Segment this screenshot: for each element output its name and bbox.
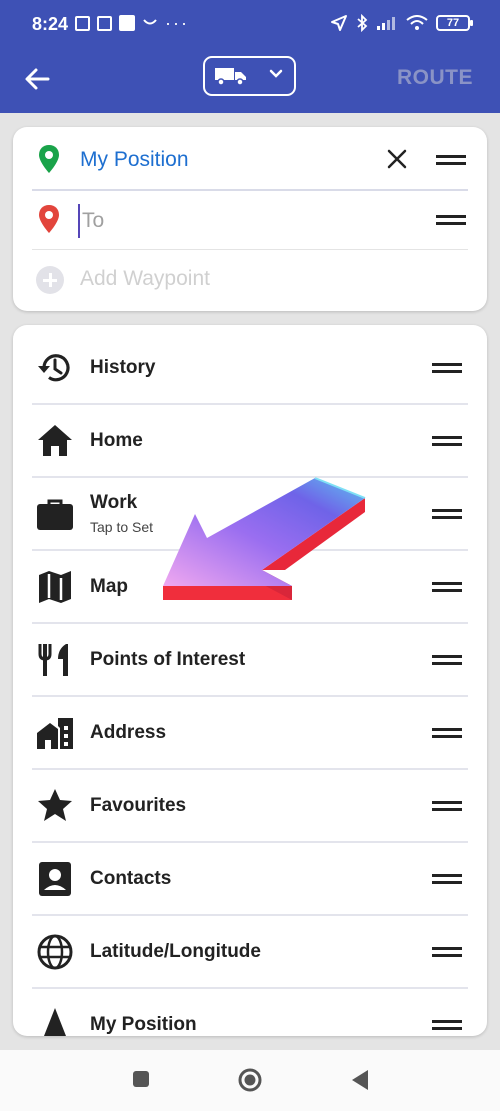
list-item-home[interactable]: Home xyxy=(32,404,468,478)
drag-handle-icon[interactable] xyxy=(432,728,462,740)
list-item-address[interactable]: Address xyxy=(32,696,468,770)
list-item-label: Map xyxy=(90,576,128,597)
list-item-history[interactable]: History xyxy=(32,331,468,405)
more-dots-icon: ··· xyxy=(165,13,189,33)
home-icon xyxy=(38,425,72,456)
list-item-label: Favourites xyxy=(90,795,187,816)
app-bar: ROUTE xyxy=(0,56,500,113)
recent-apps-icon[interactable] xyxy=(132,1070,150,1088)
list-item-points-of-interest[interactable]: Points of Interest xyxy=(32,623,468,697)
destination-list: History Home Work Tap to Set Map Points … xyxy=(13,325,487,1036)
drag-handle-icon[interactable] xyxy=(432,655,462,667)
drag-handle-icon[interactable] xyxy=(432,363,462,375)
list-item-label: Latitude/Longitude xyxy=(90,941,261,962)
list-item-label: Home xyxy=(90,430,143,451)
add-waypoint-label: Add Waypoint xyxy=(80,267,210,290)
square-notification-icon xyxy=(119,15,135,31)
home-circle-icon[interactable] xyxy=(237,1067,263,1093)
globe-icon xyxy=(37,934,73,970)
nfc-icon xyxy=(75,15,90,31)
drag-handle-icon[interactable] xyxy=(436,215,466,227)
list-item-label: Address xyxy=(90,722,167,743)
vehicle-type-selector[interactable] xyxy=(203,56,296,96)
restaurant-icon xyxy=(38,644,68,676)
close-icon[interactable] xyxy=(387,149,407,169)
drag-handle-icon[interactable] xyxy=(432,1020,462,1032)
signal-icon xyxy=(377,17,395,30)
wifi-icon xyxy=(406,15,428,30)
drag-handle-icon[interactable] xyxy=(432,436,462,448)
list-item-my-position[interactable]: My Position xyxy=(32,988,468,1036)
mail-icon xyxy=(97,15,112,31)
destination-input[interactable] xyxy=(78,204,384,238)
briefcase-icon xyxy=(37,499,73,530)
navigation-arrow-icon xyxy=(44,1008,66,1036)
back-triangle-icon[interactable] xyxy=(350,1069,370,1091)
drag-handle-icon[interactable] xyxy=(436,155,466,167)
location-arrow-icon xyxy=(331,15,347,31)
list-item-latitude-longitude[interactable]: Latitude/Longitude xyxy=(32,915,468,989)
drag-handle-icon[interactable] xyxy=(432,582,462,594)
truck-icon xyxy=(215,68,246,86)
history-icon xyxy=(38,354,70,382)
add-circle-icon xyxy=(36,266,64,294)
list-item-label: History xyxy=(90,357,156,378)
add-waypoint-row[interactable]: Add Waypoint xyxy=(32,250,468,308)
status-time: 8:24 xyxy=(32,14,69,34)
battery-indicator: 77 xyxy=(436,15,473,31)
drag-handle-icon[interactable] xyxy=(432,801,462,813)
route-card: My Position Add Waypoint xyxy=(13,127,487,311)
list-item-map[interactable]: Map xyxy=(32,550,468,624)
route-button[interactable]: ROUTE xyxy=(397,66,473,90)
list-item-work[interactable]: Work Tap to Set xyxy=(32,477,468,551)
red-location-pin-icon xyxy=(39,205,59,233)
status-notification-icons: ··· xyxy=(75,13,189,33)
list-item-sublabel: Tap to Set xyxy=(90,519,154,535)
status-bar: 8:24 ··· 77 xyxy=(0,0,500,56)
drag-handle-icon[interactable] xyxy=(432,874,462,886)
star-icon xyxy=(38,789,72,821)
list-item-label: My Position xyxy=(90,1014,197,1035)
to-row[interactable] xyxy=(32,191,468,250)
list-item-label: Contacts xyxy=(90,868,172,889)
system-navigation-bar xyxy=(0,1050,500,1111)
map-icon xyxy=(39,571,71,603)
green-location-pin-icon xyxy=(39,145,59,173)
address-icon xyxy=(37,718,73,749)
from-row[interactable]: My Position xyxy=(32,131,468,191)
drag-handle-icon[interactable] xyxy=(432,509,462,521)
status-system-icons: 77 xyxy=(330,14,473,32)
chevron-down-icon xyxy=(269,69,283,78)
list-item-label: Work xyxy=(90,492,138,513)
bluetooth-icon xyxy=(357,14,368,32)
list-item-contacts[interactable]: Contacts xyxy=(32,842,468,916)
list-item-label: Points of Interest xyxy=(90,649,246,670)
list-item-favourites[interactable]: Favourites xyxy=(32,769,468,843)
back-arrow-icon[interactable] xyxy=(22,64,52,94)
drag-handle-icon[interactable] xyxy=(432,947,462,959)
from-location-text: My Position xyxy=(80,148,189,171)
contact-icon xyxy=(39,862,71,896)
smile-icon xyxy=(143,19,157,25)
